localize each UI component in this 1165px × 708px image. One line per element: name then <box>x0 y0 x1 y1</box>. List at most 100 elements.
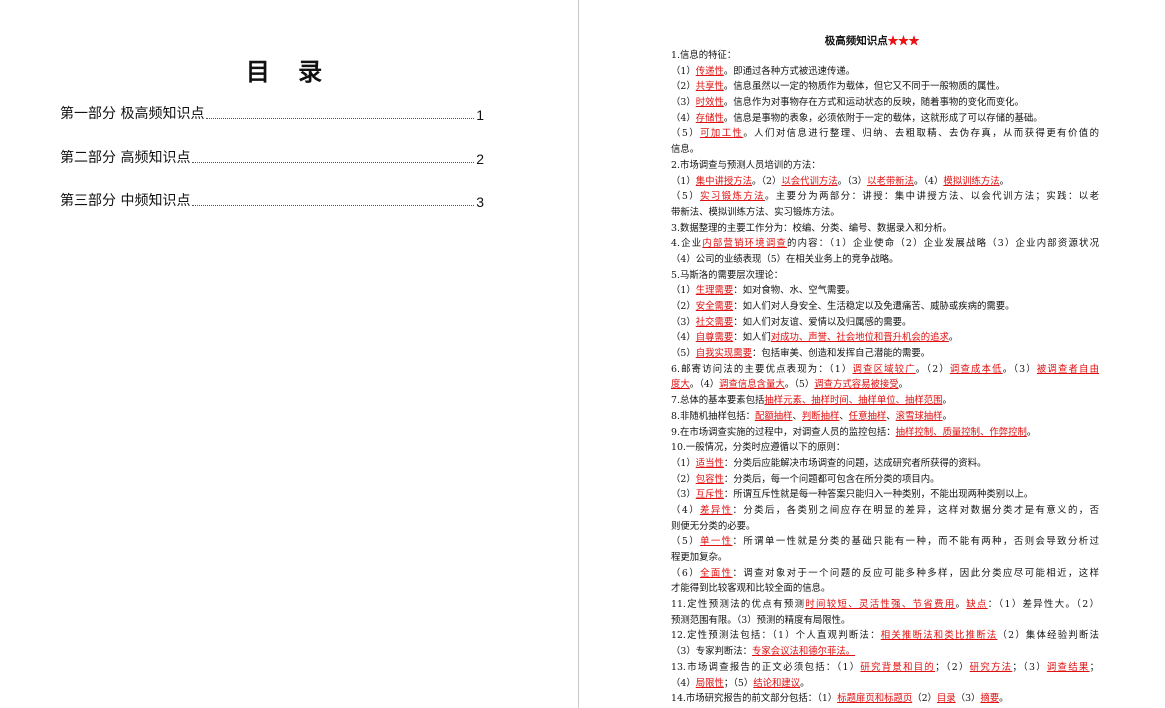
line-text: 。信息虽然以一定的物质作为载体，但它又不同于一般物质的属性。 <box>723 81 1006 93</box>
text-line: （2）共享性。信息虽然以一定的物质作为载体，但它又不同于一般物质的属性。 <box>671 79 1099 95</box>
line-text: 、 <box>886 410 896 422</box>
highlighted-term: 实习锻炼方法 <box>700 191 765 203</box>
line-text: 。（4） <box>689 379 720 391</box>
line-text: 5.马斯洛的需要层次理论： <box>671 269 784 281</box>
toc-entry-page: 1 <box>476 107 484 123</box>
toc-entry-label: 第二部分 高频知识点 <box>60 150 191 166</box>
highlighted-term: 包容性 <box>695 473 724 485</box>
highlighted-term: 标题扉页和标题页 <box>837 693 913 705</box>
text-line: 10.一般情况，分类时应遵循以下的原则： <box>671 440 1099 456</box>
line-text: 程更加复杂。 <box>671 552 728 563</box>
text-line: （4）公司的业绩表现（5）在相关业务上的竞争战略。 <box>671 252 1099 268</box>
line-text: 。 <box>999 175 1010 187</box>
highlighted-term: 结论和建议 <box>753 677 801 689</box>
line-text: 。信息作为对事物存在方式和运动状态的反映，随着事物的变化而变化。 <box>723 97 1024 109</box>
line-text: （2） <box>671 473 696 485</box>
line-text: 。 <box>1026 426 1037 438</box>
highlighted-term: 被调查者自由 <box>1036 363 1099 375</box>
highlighted-term: 自我实现需要 <box>695 348 752 360</box>
line-text: （4）公司的业绩表现（5）在相关业务上的竞争战略。 <box>671 253 899 265</box>
line-text: （3）专家判断法： <box>671 646 752 658</box>
line-text: （5） <box>671 128 701 140</box>
line-text: 11.定性预测法的优点有预测 <box>671 599 806 611</box>
highlighted-term: 专家会议法和德尔菲法。 <box>751 646 856 658</box>
line-text: （3） <box>671 316 696 328</box>
toc-entry-page: 3 <box>476 194 484 210</box>
line-text: 。（2） <box>751 175 782 187</box>
highlighted-term: 安全需要 <box>695 301 734 312</box>
text-line: （6）全面性：调查对象对于一个问题的反应可能多种多样，因此分类应尽可能相近，这样 <box>671 566 1099 582</box>
line-text: 。 <box>942 410 952 422</box>
line-text: （4） <box>671 112 696 124</box>
highlighted-term: 相关推断法和类比推断法 <box>880 630 998 642</box>
text-line: （3）专家判断法：专家会议法和德尔菲法。 <box>671 644 1099 660</box>
line-text: 10.一般情况，分类时应遵循以下的原则： <box>671 442 846 454</box>
highlighted-term: 调查信息含量大 <box>719 379 785 391</box>
toc-entry[interactable]: 第一部分 极高频知识点 1 <box>60 103 484 123</box>
line-text: 才能得到比较客观和比较全面的信息。 <box>671 583 831 595</box>
highlighted-term: 社交需要 <box>695 316 734 328</box>
toc-page: 目 录 第一部分 极高频知识点 1 第二部分 高频知识点 2 第三部分 中频知识… <box>0 0 578 708</box>
text-line: （4）差异性：分类后，各类别之间应存在明显的差异，这样对数据分类才是有意义的，否 <box>671 503 1099 519</box>
line-text: ；（3） <box>1012 661 1047 673</box>
text-line: （3）时效性。信息作为对事物存在方式和运动状态的反映，随着事物的变化而变化。 <box>671 95 1099 111</box>
highlighted-term: 差异性 <box>700 504 733 516</box>
line-text: ：如人们对人身安全、生活稳定以及免遭痛苦、威胁或疾病的需要。 <box>733 301 1015 312</box>
line-text: 2.市场调查与预测人员培训的方法： <box>671 159 821 171</box>
line-text: ：包括审美、创造和发挥自己潜能的需要。 <box>751 348 931 360</box>
line-text: 。即通过各种方式被迅速传递。 <box>723 65 856 77</box>
line-text: 则便无分类的必要。 <box>671 520 756 532</box>
line-text: 7.总体的基本要素包括 <box>671 395 765 407</box>
line-text: 。 <box>955 599 967 611</box>
highlighted-term: 集中讲授方法 <box>695 175 752 187</box>
highlighted-term: 任意抽样 <box>848 410 887 422</box>
highlighted-term: 共享性 <box>695 81 724 93</box>
highlighted-term: 摘要 <box>980 693 1000 705</box>
line-text: 预测范围有限。（3）预测的精度有局限性。 <box>671 614 851 626</box>
line-text: 。（4） <box>913 175 944 187</box>
line-text: 12.定性预测法包括：（1）个人直观判断法： <box>671 630 881 642</box>
line-text: 。 <box>999 693 1009 705</box>
highlighted-term: 对成功、声誉、社会地位和晋升机会的追求 <box>770 332 949 344</box>
line-text: （1） <box>671 457 696 469</box>
line-text: 1.信息的特征： <box>671 50 737 61</box>
line-text: 的内容：（1）企业使命（2）企业发展战略（3）企业内部资源状况 <box>787 238 1099 250</box>
toc-entry[interactable]: 第三部分 中频知识点 3 <box>60 190 484 210</box>
highlighted-term: 适当性 <box>695 457 724 469</box>
line-text: 。（5） <box>784 379 815 391</box>
line-text: 信息。 <box>671 144 700 156</box>
toc-entry[interactable]: 第二部分 高频知识点 2 <box>60 147 484 167</box>
highlighted-term: 抽样元素、抽样时间、抽样单位、抽样范围 <box>764 395 943 407</box>
text-line: 7.总体的基本要素包括抽样元素、抽样时间、抽样单位、抽样范围。 <box>671 393 1099 409</box>
line-text: 。主要分为两部分：讲授：集中讲授方法、以会代训方法；实践：以老 <box>765 191 1099 203</box>
text-line: 11.定性预测法的优点有预测时间较短、灵活性强、节省费用。缺点：（1）差异性大。… <box>671 597 1099 613</box>
line-text: （3） <box>671 489 696 501</box>
text-line: （1）传递性。即通过各种方式被迅速传递。 <box>671 64 1099 80</box>
line-text: 带新法、模拟训练方法、实习锻炼方法。 <box>671 206 840 218</box>
highlighted-term: 配额抽样 <box>754 410 793 422</box>
text-line: 信息。 <box>671 142 1099 158</box>
line-text: 。人们对信息进行整理、归纳、去粗取精、去伪存真，从而获得更有价值的 <box>743 128 1099 140</box>
highlighted-term: 目录 <box>936 693 956 705</box>
line-text: 14.市场研究报告的前文部分包括：（1） <box>671 693 838 705</box>
knowledge-points: 1.信息的特征： （1）传递性。即通过各种方式被迅速传递。 （2）共享性。信息虽然以… <box>671 48 1099 707</box>
line-text: （1） <box>671 285 696 297</box>
text-line: 9.在市场调查实施的过程中，对调查人员的监控包括：抽样控制、质量控制、作弊控制。 <box>671 425 1099 441</box>
text-line: （1）适当性：分类后应能解决市场调查的问题，达成研究者所获得的资料。 <box>671 456 1099 472</box>
highlighted-term: 模拟训练方法 <box>943 175 1000 187</box>
line-text: ：如人们对友谊、爱情以及归属感的需要。 <box>733 316 912 328</box>
text-line: （1）集中讲授方法。（2）以会代训方法。（3）以老带新法。（4）模拟训练方法。 <box>671 174 1099 190</box>
toc-leader <box>192 162 475 163</box>
text-line: 预测范围有限。（3）预测的精度有局限性。 <box>671 613 1099 629</box>
line-text: ：如人们 <box>733 332 771 344</box>
toc-entry-page: 2 <box>476 151 484 167</box>
line-text: 8.非随机抽样包括： <box>671 410 755 422</box>
line-text: （3） <box>955 693 981 705</box>
text-line: 则便无分类的必要。 <box>671 519 1099 535</box>
toc-entry-label: 第三部分 中频知识点 <box>60 193 191 209</box>
line-text: 。 <box>800 677 810 689</box>
text-line: （4）存储性。信息是事物的表象，必须依附于一定的载体，这就形成了可以存储的基础。 <box>671 111 1099 127</box>
text-line: （3）互斥性：所谓互斥性就是每一种答案只能归入一种类别，不能出现两种类别以上。 <box>671 487 1099 503</box>
highlighted-term: 互斥性 <box>695 489 724 501</box>
line-text: 。信息是事物的表象，必须依附于一定的载体，这就形成了可以存储的基础。 <box>723 112 1043 124</box>
